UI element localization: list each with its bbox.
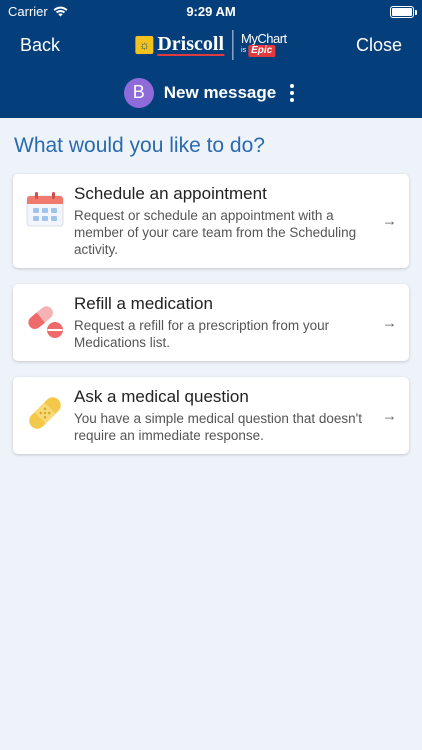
- more-options-icon[interactable]: [286, 83, 298, 102]
- mychart-logo: MyChart is Epic: [241, 31, 287, 57]
- page-title: New message: [163, 82, 277, 102]
- brand-logo: ☼ Driscoll MyChart is Epic: [135, 30, 287, 60]
- brand-name: Driscoll: [157, 33, 225, 56]
- status-bar: Carrier 9:29 AM: [0, 0, 422, 23]
- pill-icon: [28, 306, 63, 338]
- mychart-label: MyChart: [241, 31, 287, 46]
- card-title: Ask a medical question: [74, 387, 249, 406]
- epic-badge: Epic: [248, 45, 276, 57]
- card-title: Refill a medication: [74, 294, 213, 313]
- option-refill-medication[interactable]: Refill a medication Request a refill for…: [13, 284, 409, 361]
- arrow-right-icon: →: [382, 407, 397, 424]
- carrier-label: Carrier: [8, 4, 48, 19]
- option-schedule-appointment[interactable]: Schedule an appointment Request or sched…: [13, 174, 409, 268]
- mychart-is: is: [241, 47, 247, 54]
- wifi-icon: [53, 6, 68, 17]
- card-title: Schedule an appointment: [74, 184, 267, 203]
- avatar: B: [123, 77, 154, 108]
- brand-divider: [232, 30, 234, 60]
- bandage-icon: [29, 397, 61, 429]
- card-body: Schedule an appointment Request or sched…: [74, 184, 397, 258]
- arrow-right-icon: →: [382, 212, 397, 230]
- mychart-epic: is Epic: [241, 45, 287, 57]
- card-body: Ask a medical question You have a simple…: [74, 387, 397, 444]
- driscoll-logo: ☼ Driscoll: [135, 33, 225, 56]
- calendar-icon: [26, 192, 64, 227]
- subheader: B New message: [0, 67, 422, 118]
- status-left: Carrier: [8, 4, 68, 19]
- close-button[interactable]: Close: [356, 35, 402, 56]
- main-content: What would you like to do? Schedule an a…: [0, 134, 422, 454]
- card-description: Request or schedule an appointment with …: [74, 208, 357, 257]
- battery-icon: [390, 5, 417, 18]
- card-description: Request a refill for a prescription from…: [74, 318, 330, 350]
- sun-icon: ☼: [135, 36, 154, 54]
- back-button[interactable]: Back: [20, 35, 60, 56]
- card-body: Refill a medication Request a refill for…: [74, 294, 397, 351]
- card-description: You have a simple medical question that …: [74, 411, 363, 443]
- prompt-heading: What would you like to do?: [14, 134, 265, 157]
- nav-bar: Back ☼ Driscoll MyChart is Epic Close: [0, 23, 422, 67]
- arrow-right-icon: →: [382, 314, 397, 331]
- option-ask-medical-question[interactable]: Ask a medical question You have a simple…: [13, 377, 409, 454]
